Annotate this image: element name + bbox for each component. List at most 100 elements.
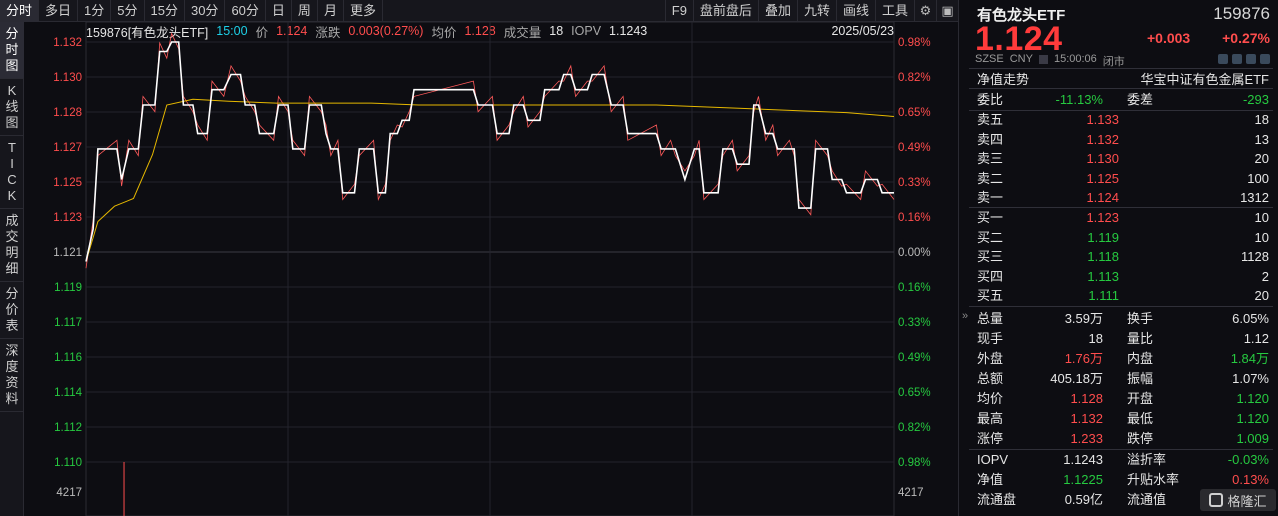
price-tick-label: 1.119 bbox=[54, 282, 82, 294]
price-tick-label: 1.128 bbox=[53, 107, 82, 119]
level-volume: 100 bbox=[1247, 170, 1269, 186]
pct-tick-label: 0.82% bbox=[898, 72, 931, 84]
toolbar-tool[interactable]: 盘前盘后 bbox=[692, 0, 758, 22]
level-label: 卖一 bbox=[977, 190, 1004, 205]
period-tab[interactable]: 分时 bbox=[0, 0, 40, 22]
stat-value: 1.132 bbox=[1070, 411, 1103, 426]
toolbar-tool[interactable]: 叠加 bbox=[757, 0, 797, 22]
level-volume: 20 bbox=[1254, 151, 1269, 166]
stat-label: 流通值 bbox=[1127, 492, 1167, 507]
pct-tick-label: 0.98% bbox=[898, 457, 931, 469]
price-tick-label: 1.123 bbox=[53, 212, 82, 224]
level-price: 1.123 bbox=[1086, 210, 1119, 225]
wc-label: 委差 bbox=[1127, 92, 1154, 107]
period-tab[interactable]: 周 bbox=[292, 0, 318, 22]
period-tab[interactable]: 月 bbox=[318, 0, 344, 22]
tracked-index-name: 华宝中证有色金属ETF bbox=[1140, 72, 1269, 87]
price-tick-label: 1.132 bbox=[53, 37, 82, 49]
level-label: 卖二 bbox=[977, 170, 1004, 186]
level-price: 1.133 bbox=[1086, 112, 1119, 127]
order-level-row[interactable]: 买四 1.113 2 bbox=[977, 267, 1269, 287]
view-tab[interactable]: K 线 图 bbox=[0, 79, 24, 136]
stat-label: 换手 bbox=[1127, 311, 1154, 326]
period-tab[interactable]: 1分 bbox=[78, 0, 112, 22]
nav-trend-row[interactable]: 净值走势 华宝中证有色金属ETF bbox=[969, 69, 1275, 88]
level-price: 1.125 bbox=[1086, 170, 1119, 186]
view-tab[interactable]: 成 交 明 细 bbox=[0, 209, 24, 282]
layout-icon[interactable]: ▣ bbox=[936, 0, 958, 22]
stat-value: 3.59万 bbox=[1064, 311, 1103, 326]
intraday-chart[interactable]: 1.132 0.98% 1.130 0.82% 1.128 0.65% 1.127 0.49%… bbox=[24, 22, 958, 516]
period-tab[interactable]: 日 bbox=[266, 0, 292, 22]
order-level-row[interactable]: 买二 1.119 10 bbox=[977, 228, 1269, 248]
price-tick-label: 1.116 bbox=[54, 352, 82, 364]
settings-icon[interactable]: ⚙ bbox=[914, 0, 936, 22]
price-change: +0.003 bbox=[1147, 30, 1191, 46]
view-tab[interactable]: 分 时 图 bbox=[0, 22, 24, 79]
stat-label: 量比 bbox=[1127, 331, 1154, 346]
period-tab[interactable]: 多日 bbox=[39, 0, 79, 22]
stat-row: 总量 3.59万 换手 6.05% bbox=[977, 309, 1269, 329]
toolbar-tool[interactable]: 九转 bbox=[796, 0, 836, 22]
order-level-row[interactable]: 卖二 1.125 100 bbox=[977, 169, 1269, 189]
level-volume: 1312 bbox=[1240, 190, 1269, 205]
toolbar-tools: F9 盘前盘后 叠加 九转 画线 工具 bbox=[664, 0, 914, 22]
price-tick-label: 1.127 bbox=[53, 142, 82, 154]
period-tab[interactable]: 更多 bbox=[344, 0, 383, 22]
level-price: 1.124 bbox=[1086, 190, 1119, 205]
edit-icon[interactable] bbox=[1218, 54, 1228, 64]
level-price: 1.113 bbox=[1087, 268, 1119, 284]
toolbar-tool[interactable]: F9 bbox=[664, 0, 693, 22]
pct-tick-label: 0.33% bbox=[898, 317, 931, 329]
level-price: 1.132 bbox=[1086, 131, 1119, 147]
exchange-label: SZSE bbox=[975, 53, 1004, 65]
pct-tick-label: 0.49% bbox=[898, 142, 931, 154]
stat-label: 跌停 bbox=[1127, 431, 1154, 446]
quote-meta: SZSE CNY 15:00:06 闭市 bbox=[975, 53, 1125, 69]
toolbar-tool[interactable]: 画线 bbox=[835, 0, 875, 22]
market-status: 闭市 bbox=[1102, 56, 1125, 68]
stat-label: 升贴水率 bbox=[1127, 472, 1180, 487]
period-tab[interactable]: 5分 bbox=[111, 0, 145, 22]
stat-row: 现手 18 量比 1.12 bbox=[977, 329, 1269, 349]
order-level-row[interactable]: 卖三 1.130 20 bbox=[977, 149, 1269, 169]
pct-tick-label: 0.98% bbox=[898, 37, 931, 49]
alert-icon[interactable] bbox=[1246, 54, 1256, 64]
stat-row: IOPV 1.1243 溢折率 -0.03% bbox=[977, 450, 1269, 470]
stat-label: 内盘 bbox=[1127, 351, 1154, 366]
stat-label: 最高 bbox=[977, 411, 1004, 426]
pct-tick-label: 0.65% bbox=[898, 107, 931, 119]
order-level-row[interactable]: 卖四 1.132 13 bbox=[977, 130, 1269, 150]
stat-value: 1.009 bbox=[1236, 431, 1269, 446]
price-tick-label: 1.117 bbox=[54, 317, 82, 329]
volume-scale-label: 4217 bbox=[898, 487, 924, 499]
stat-value: 0.59亿 bbox=[1064, 492, 1103, 507]
order-ratio-row: 委比 -11.13% 委差 -293 bbox=[977, 90, 1269, 110]
toolbar-tool[interactable]: 工具 bbox=[874, 0, 914, 22]
price-tick-label: 1.110 bbox=[54, 457, 82, 469]
level-volume: 2 bbox=[1261, 268, 1269, 284]
stat-label: 现手 bbox=[977, 331, 1004, 346]
watermark-text: 格隆汇 bbox=[1227, 493, 1267, 509]
stat-row: 总额 405.18万 振幅 1.07% bbox=[977, 369, 1269, 389]
stat-label: 总量 bbox=[977, 311, 1004, 326]
order-level-row[interactable]: 买三 1.118 1128 bbox=[977, 247, 1269, 267]
collapse-arrow-icon[interactable]: » bbox=[958, 310, 972, 322]
order-level-row[interactable]: 卖五 1.133 18 bbox=[977, 110, 1269, 130]
chart-toolbar: 分时 多日 1分 5分 15分 30分 60分日周月更多 F9 盘前盘后 叠加 九转 画线 工具 ⚙ … bbox=[0, 0, 958, 22]
view-tab[interactable]: T I C K bbox=[0, 136, 24, 209]
stat-value: 1.12 bbox=[1243, 331, 1269, 346]
period-tab[interactable]: 30分 bbox=[185, 0, 226, 22]
period-tab[interactable]: 60分 bbox=[225, 0, 266, 22]
stat-row: 最高 1.132 最低 1.120 bbox=[977, 409, 1269, 429]
level-volume: 10 bbox=[1254, 229, 1269, 245]
order-level-row[interactable]: 买一 1.123 10 bbox=[977, 208, 1269, 228]
view-tab[interactable]: 深 度 资 料 bbox=[0, 339, 24, 412]
period-tab[interactable]: 15分 bbox=[145, 0, 185, 22]
order-level-row[interactable]: 卖一 1.124 1312 bbox=[977, 188, 1269, 208]
more-icon[interactable] bbox=[1260, 54, 1270, 64]
view-tab[interactable]: 分 价 表 bbox=[0, 282, 24, 339]
share-icon[interactable] bbox=[1232, 54, 1242, 64]
price-tick-label: 1.125 bbox=[53, 177, 82, 189]
order-level-row[interactable]: 买五 1.111 20 bbox=[977, 286, 1269, 306]
